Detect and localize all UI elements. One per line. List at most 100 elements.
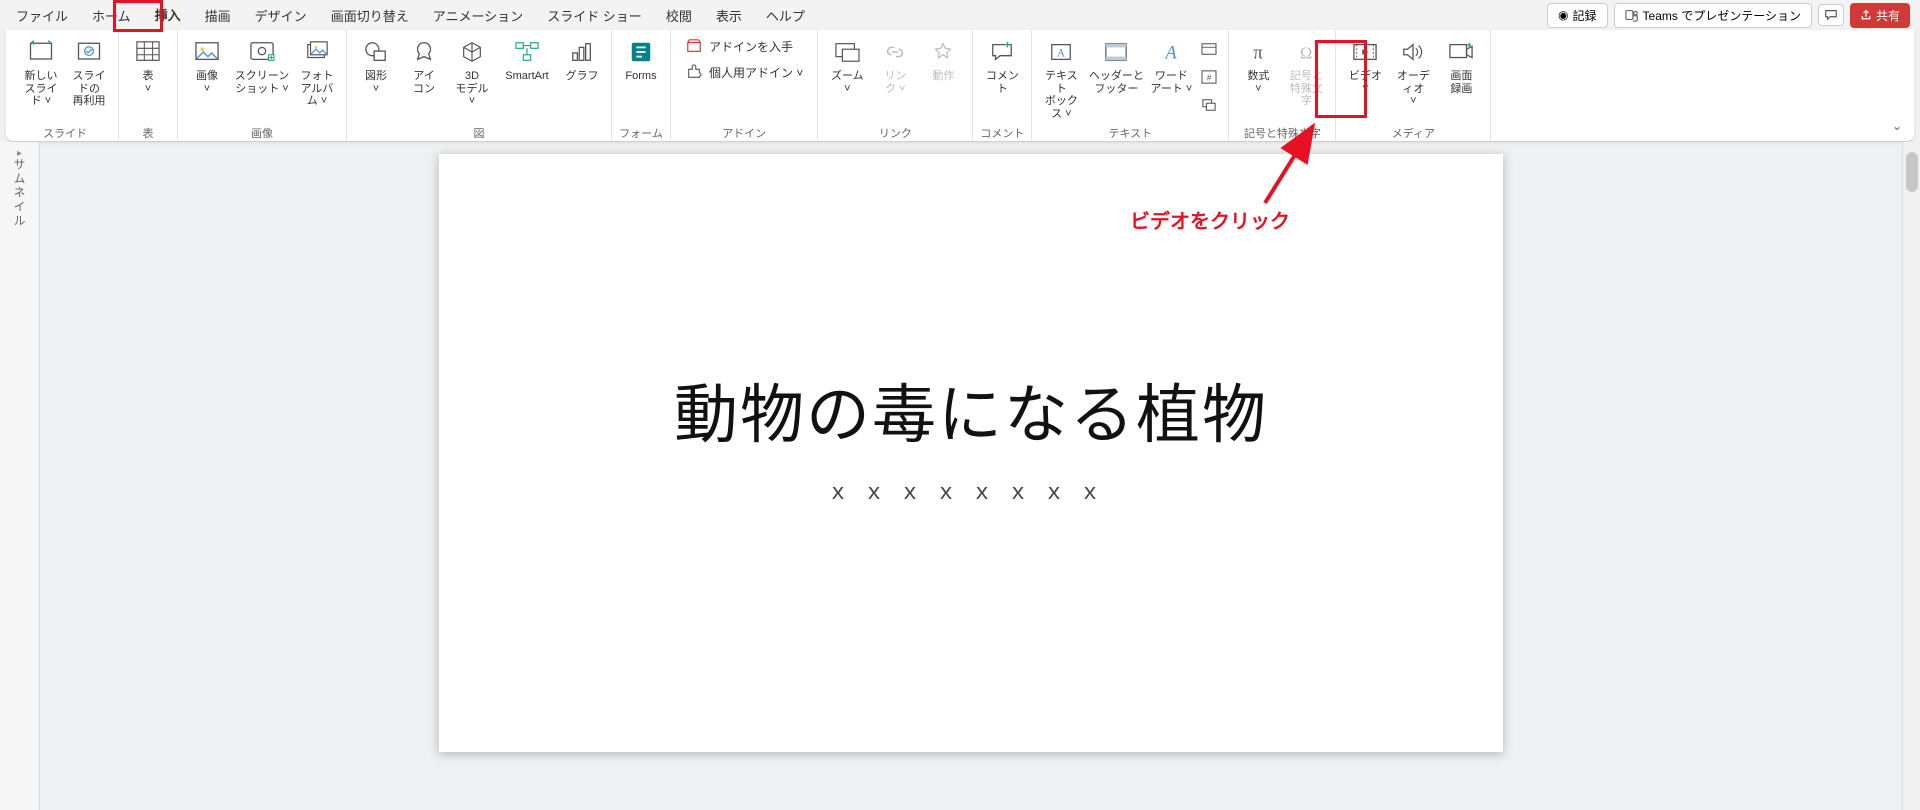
forms-label: Forms xyxy=(625,70,656,83)
table-label: 表 ˅ xyxy=(143,70,154,95)
equation-label: 数式 ˅ xyxy=(1247,70,1269,95)
tab-help[interactable]: ヘルプ xyxy=(754,0,817,31)
slide-canvas[interactable]: 動物の毒になる植物 ｘｘｘｘｘｘｘｘ xyxy=(439,154,1503,752)
tab-draw[interactable]: 描画 xyxy=(193,0,243,31)
share-button[interactable]: 共有 xyxy=(1850,3,1910,28)
wordart-button[interactable]: A ワード アート ˅ xyxy=(1148,34,1194,97)
new-slide-icon xyxy=(25,36,57,68)
zoom-label: ズーム ˅ xyxy=(831,70,864,95)
textbox-button[interactable]: A テキスト ボックス ˅ xyxy=(1038,34,1084,123)
tab-slideshow[interactable]: スライド ショー xyxy=(535,0,654,31)
record-button[interactable]: ◉ 記録 xyxy=(1547,3,1608,28)
action-star-icon xyxy=(927,36,959,68)
record-dot-icon: ◉ xyxy=(1558,8,1568,22)
symbol-button[interactable]: Ω 記号と 特殊文字 xyxy=(1283,34,1329,110)
3d-models-label: 3D モデル ˅ xyxy=(451,70,493,108)
teams-present-button[interactable]: Teams でプレゼンテーション xyxy=(1614,3,1812,28)
slide-title-text[interactable]: 動物の毒になる植物 xyxy=(439,364,1503,456)
my-addins-button[interactable]: 個人用アドイン ˅ xyxy=(679,60,809,84)
thumbnail-pane-label: サムネイル xyxy=(11,158,28,228)
screen-recording-button[interactable]: 画面 録画 xyxy=(1438,34,1484,97)
ribbon-group-table: 表 ˅ 表 xyxy=(119,30,178,141)
thumbnail-expand-button[interactable]: ▸ xyxy=(17,148,22,159)
reuse-slide-button[interactable]: スライドの 再利用 xyxy=(66,34,112,110)
new-slide-button[interactable]: 新しい スライド ˅ xyxy=(18,34,64,110)
audio-button[interactable]: オーディオ ˅ xyxy=(1390,34,1436,110)
symbol-omega-icon: Ω xyxy=(1290,36,1322,68)
get-addins-button[interactable]: アドインを入手 xyxy=(679,34,809,58)
tab-home[interactable]: ホーム xyxy=(80,0,143,31)
3d-models-button[interactable]: 3D モデル ˅ xyxy=(449,34,495,110)
tab-design[interactable]: デザイン xyxy=(243,0,319,31)
scrollbar-thumb[interactable] xyxy=(1906,152,1918,192)
slide-subtitle-text[interactable]: ｘｘｘｘｘｘｘｘ xyxy=(439,474,1503,506)
tab-animations[interactable]: アニメーション xyxy=(421,0,535,31)
tab-view[interactable]: 表示 xyxy=(704,0,754,31)
slide-editor-area[interactable]: 動物の毒になる植物 ｘｘｘｘｘｘｘｘ xyxy=(40,142,1902,810)
ribbon-group-addins: アドインを入手 個人用アドイン ˅ アドイン xyxy=(671,30,818,141)
zoom-button[interactable]: ズーム ˅ xyxy=(824,34,870,97)
link-icon xyxy=(879,36,911,68)
header-footer-button[interactable]: ヘッダーと フッター xyxy=(1086,34,1146,97)
date-time-button[interactable] xyxy=(1198,38,1220,60)
link-label: リン ク ˅ xyxy=(884,70,906,95)
screenshot-label: スクリーン ショット ˅ xyxy=(235,70,289,95)
photo-album-label: フォト アルバム ˅ xyxy=(296,70,338,108)
ribbon-group-text: A テキスト ボックス ˅ ヘッダーと フッター A ワード アート ˅ xyxy=(1032,30,1229,141)
comment-button[interactable]: コメント xyxy=(979,34,1025,97)
group-label-table: 表 xyxy=(125,123,171,139)
action-label: 動作 xyxy=(932,70,954,83)
equation-button[interactable]: π 数式 ˅ xyxy=(1235,34,1281,97)
forms-button[interactable]: Forms xyxy=(618,34,664,85)
new-slide-label: 新しい スライド ˅ xyxy=(20,70,62,108)
screen-recording-label: 画面 録画 xyxy=(1450,70,1472,95)
svg-text:Ω: Ω xyxy=(1300,43,1312,62)
icons-button[interactable]: アイ コン xyxy=(401,34,447,97)
screenshot-button[interactable]: スクリーン ショット ˅ xyxy=(232,34,292,97)
video-button[interactable]: ビデオ ˅ xyxy=(1342,34,1388,97)
icons-label: アイ コン xyxy=(413,70,435,95)
wordart-icon: A xyxy=(1155,36,1187,68)
ribbon-collapse-button[interactable]: ⌄ xyxy=(1892,119,1902,133)
ribbon-group-slide: 新しい スライド ˅ スライドの 再利用 スライド xyxy=(12,30,119,141)
table-button[interactable]: 表 ˅ xyxy=(125,34,171,97)
photo-album-icon xyxy=(301,36,333,68)
slide-number-button[interactable]: # xyxy=(1198,66,1220,88)
chevron-down-icon: ⌄ xyxy=(1892,119,1902,133)
smartart-button[interactable]: SmartArt xyxy=(497,34,557,85)
picture-icon xyxy=(191,36,223,68)
screen-recording-icon xyxy=(1445,36,1477,68)
ribbon-group-images: 画像 ˅ スクリーン ショット ˅ フォト アルバム ˅ 画像 xyxy=(178,30,347,141)
chart-icon xyxy=(566,36,598,68)
addin-puzzle-icon xyxy=(685,63,703,81)
chart-label: グラフ xyxy=(566,70,599,83)
tab-insert[interactable]: 挿入 xyxy=(143,0,193,32)
reuse-slide-label: スライドの 再利用 xyxy=(68,70,110,108)
my-addins-label: 個人用アドイン ˅ xyxy=(709,64,803,81)
zoom-slide-icon xyxy=(831,36,863,68)
shapes-button[interactable]: 図形 ˅ xyxy=(353,34,399,97)
picture-label: 画像 ˅ xyxy=(196,70,218,95)
group-label-links: リンク xyxy=(824,123,966,139)
date-icon xyxy=(1200,40,1218,58)
tab-file[interactable]: ファイル xyxy=(4,0,80,31)
vertical-scrollbar[interactable] xyxy=(1902,142,1920,810)
thumbnail-pane[interactable]: ▸ サムネイル xyxy=(0,142,40,810)
ribbon-group-comments: コメント コメント xyxy=(973,30,1032,141)
group-label-forms: フォーム xyxy=(618,123,664,139)
action-button[interactable]: 動作 xyxy=(920,34,966,85)
object-button[interactable] xyxy=(1198,94,1220,116)
svg-text:π: π xyxy=(1254,42,1264,62)
header-footer-label: ヘッダーと フッター xyxy=(1089,70,1144,95)
link-button[interactable]: リン ク ˅ xyxy=(872,34,918,97)
header-footer-icon xyxy=(1100,36,1132,68)
textbox-label: テキスト ボックス ˅ xyxy=(1040,70,1082,121)
screenshot-icon xyxy=(246,36,278,68)
audio-speaker-icon xyxy=(1397,36,1429,68)
comments-toggle-button[interactable] xyxy=(1818,4,1844,26)
photo-album-button[interactable]: フォト アルバム ˅ xyxy=(294,34,340,110)
tab-transitions[interactable]: 画面切り替え xyxy=(319,0,421,31)
chart-button[interactable]: グラフ xyxy=(559,34,605,85)
tab-review[interactable]: 校閲 xyxy=(654,0,704,31)
picture-button[interactable]: 画像 ˅ xyxy=(184,34,230,97)
